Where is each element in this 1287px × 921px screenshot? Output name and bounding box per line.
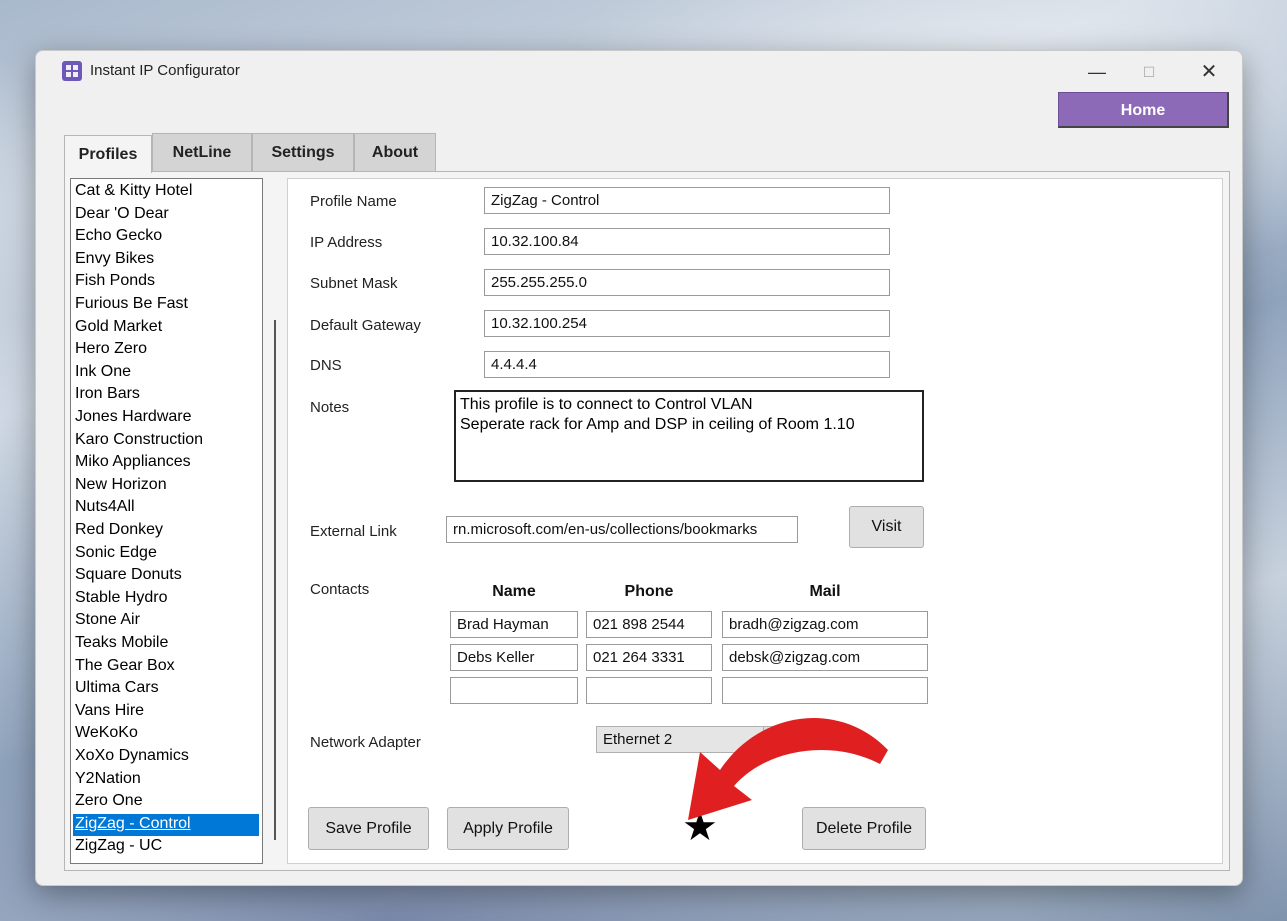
star-icon: ★ xyxy=(682,805,718,849)
contact-mail-input[interactable] xyxy=(722,677,928,704)
list-item[interactable]: Iron Bars xyxy=(75,384,140,406)
profile-name-input[interactable]: ZigZag - Control xyxy=(484,187,890,214)
profiles-panel: Cat & Kitty Hotel Dear 'O Dear Echo Gecko E… xyxy=(64,171,1230,871)
external-link-label: External Link xyxy=(310,523,397,540)
list-item[interactable]: Cat & Kitty Hotel xyxy=(75,181,192,203)
list-item[interactable]: WeKoKo xyxy=(75,723,138,745)
contact-name-input[interactable] xyxy=(450,677,578,704)
default-gateway-label: Default Gateway xyxy=(310,317,421,334)
subnet-mask-label: Subnet Mask xyxy=(310,275,398,292)
tab-about[interactable]: About xyxy=(354,133,436,171)
home-button[interactable]: Home xyxy=(1058,92,1229,128)
ip-address-label: IP Address xyxy=(310,234,383,251)
app-window: Instant IP Configurator — ☐ ✕ Home Profi… xyxy=(35,50,1243,886)
contact-name-input[interactable]: Debs Keller xyxy=(450,644,578,671)
list-item[interactable]: Gold Market xyxy=(75,317,162,339)
list-item[interactable]: Ink One xyxy=(75,362,131,384)
contact-mail-input[interactable]: debsk@zigzag.com xyxy=(722,644,928,671)
contacts-col-mail: Mail xyxy=(809,583,841,600)
list-item[interactable]: Red Donkey xyxy=(75,520,163,542)
external-link-input[interactable]: rn.microsoft.com/en-us/collections/bookm… xyxy=(446,516,798,543)
contact-phone-input[interactable] xyxy=(586,677,712,704)
list-item[interactable]: The Gear Box xyxy=(75,656,175,678)
network-adapter-label: Network Adapter xyxy=(310,734,421,751)
maximize-button[interactable]: ☐ xyxy=(1126,57,1172,87)
list-item[interactable]: Ultima Cars xyxy=(75,678,159,700)
list-item[interactable]: Stable Hydro xyxy=(75,588,168,610)
app-icon xyxy=(62,61,82,81)
list-item[interactable]: Envy Bikes xyxy=(75,249,154,271)
notes-textarea[interactable]: This profile is to connect to Control VL… xyxy=(454,390,924,482)
dropdown-arrow-icon[interactable] xyxy=(763,727,779,752)
notes-line: Seperate rack for Amp and DSP in ceiling… xyxy=(460,416,855,433)
contact-mail-input[interactable]: bradh@zigzag.com xyxy=(722,611,928,638)
close-button[interactable]: ✕ xyxy=(1186,57,1232,87)
notes-label: Notes xyxy=(310,399,350,416)
list-item[interactable]: Stone Air xyxy=(75,610,140,632)
dns-label: DNS xyxy=(310,357,342,374)
list-item[interactable]: ZigZag - Control xyxy=(73,813,259,836)
list-item[interactable]: Teaks Mobile xyxy=(75,633,168,655)
list-item[interactable]: XoXo Dynamics xyxy=(75,746,189,768)
contact-phone-input[interactable]: 021 898 2544 xyxy=(586,611,712,638)
title-bar: Instant IP Configurator — ☐ ✕ xyxy=(36,51,1242,91)
contact-phone-input[interactable]: 021 264 3331 xyxy=(586,644,712,671)
window-title: Instant IP Configurator xyxy=(90,62,240,79)
tab-profiles[interactable]: Profiles xyxy=(64,135,152,173)
contacts-col-phone: Phone xyxy=(624,583,674,600)
list-item[interactable]: Sonic Edge xyxy=(75,543,157,565)
default-gateway-input[interactable]: 10.32.100.254 xyxy=(484,310,890,337)
profile-name-label: Profile Name xyxy=(310,193,397,210)
minimize-button[interactable]: — xyxy=(1074,57,1120,87)
list-item[interactable]: Miko Appliances xyxy=(75,452,191,474)
list-item[interactable]: New Horizon xyxy=(75,475,167,497)
profile-list[interactable]: Cat & Kitty Hotel Dear 'O Dear Echo Gecko E… xyxy=(70,178,263,864)
network-adapter-select[interactable]: Ethernet 2 xyxy=(596,726,780,753)
list-item[interactable]: Zero One xyxy=(75,791,143,813)
notes-line: This profile is to connect to Control VL… xyxy=(460,396,753,413)
list-item[interactable]: Fish Ponds xyxy=(75,271,155,293)
list-item[interactable]: Y2Nation xyxy=(75,769,141,791)
list-item[interactable]: ZigZag - UC xyxy=(75,836,162,858)
list-item[interactable]: Square Donuts xyxy=(75,565,182,587)
profile-form: Profile Name ZigZag - Control IP Address… xyxy=(287,178,1223,864)
apply-profile-button[interactable]: Apply Profile xyxy=(447,807,569,850)
list-item[interactable]: Jones Hardware xyxy=(75,407,192,429)
contacts-label: Contacts xyxy=(310,581,370,598)
profile-list-scrollbar[interactable] xyxy=(274,320,276,840)
list-item[interactable]: Echo Gecko xyxy=(75,226,162,248)
ip-address-input[interactable]: 10.32.100.84 xyxy=(484,228,890,255)
tab-settings[interactable]: Settings xyxy=(252,133,354,171)
delete-profile-button[interactable]: Delete Profile xyxy=(802,807,926,850)
contacts-col-name: Name xyxy=(492,583,536,600)
network-adapter-value: Ethernet 2 xyxy=(603,731,673,748)
list-item[interactable]: Hero Zero xyxy=(75,339,147,361)
tab-netline[interactable]: NetLine xyxy=(152,133,252,171)
dns-input[interactable]: 4.4.4.4 xyxy=(484,351,890,378)
list-item[interactable]: Karo Construction xyxy=(75,430,203,452)
visit-button[interactable]: Visit xyxy=(849,506,924,548)
list-item[interactable]: Vans Hire xyxy=(75,701,144,723)
list-item[interactable]: Furious Be Fast xyxy=(75,294,188,316)
list-item[interactable]: Nuts4All xyxy=(75,497,135,519)
subnet-mask-input[interactable]: 255.255.255.0 xyxy=(484,269,890,296)
list-item[interactable]: Dear 'O Dear xyxy=(75,204,169,226)
contact-name-input[interactable]: Brad Hayman xyxy=(450,611,578,638)
save-profile-button[interactable]: Save Profile xyxy=(308,807,429,850)
